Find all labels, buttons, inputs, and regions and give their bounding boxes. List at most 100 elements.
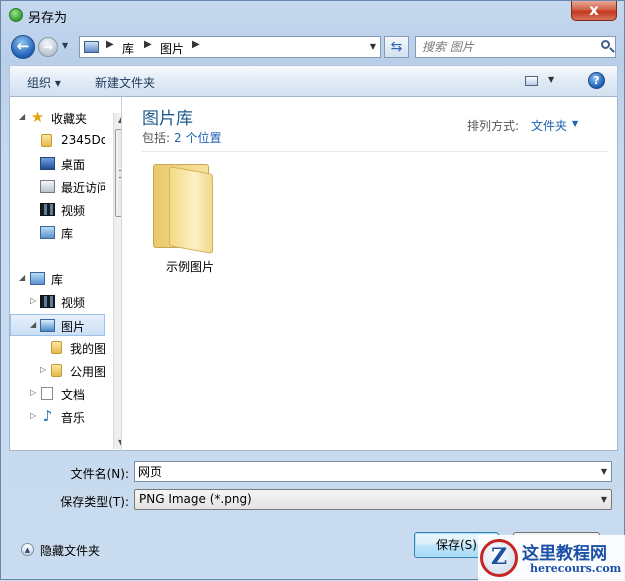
collapse-arrow-icon[interactable]: ◢ — [19, 273, 25, 282]
scrollbar-thumb[interactable] — [115, 129, 121, 217]
star-icon: ★ — [30, 108, 45, 126]
address-dropdown[interactable]: ▼ — [370, 42, 376, 51]
sidebar-item-my-pictures[interactable]: 我的图 — [10, 337, 105, 359]
folder-icon — [41, 134, 52, 147]
includes-label: 包括: — [142, 131, 171, 145]
filename-label: 文件名(N): — [70, 467, 129, 481]
recent-pages-dropdown[interactable]: ▼ — [62, 41, 68, 50]
chevron-down-icon[interactable]: ▼ — [601, 495, 607, 504]
file-list-pane[interactable]: 图片库 包括: 2 个位置 排列方式: 文件夹 ▼ 示例图片 — [122, 97, 618, 451]
sidebar-item-label: 文档 — [61, 388, 86, 402]
expand-arrow-icon[interactable]: ▷ — [40, 365, 46, 374]
video-icon — [40, 203, 55, 216]
sidebar-item-public-pictures[interactable]: ▷ 公用图 — [10, 360, 105, 382]
expand-arrow-icon[interactable]: ▷ — [30, 388, 36, 397]
arrange-by-dropdown[interactable]: 文件夹 — [531, 117, 567, 134]
back-button[interactable]: ← — [11, 35, 35, 59]
search-input[interactable] — [422, 39, 592, 55]
app-icon — [9, 8, 23, 22]
organize-menu[interactable]: 组织 ▾ — [27, 74, 61, 91]
expand-arrow-icon[interactable]: ▷ — [30, 296, 36, 305]
sidebar-item-favorite-library[interactable]: 库 — [10, 222, 105, 244]
nav-scrollbar[interactable]: ▲ ▼ — [113, 113, 121, 449]
breadcrumb-library[interactable]: 库 — [122, 40, 134, 57]
forward-button[interactable]: → — [38, 37, 58, 57]
sidebar-item-label: 收藏夹 — [51, 112, 88, 126]
watermark: Z 这里教程网 herecours.com — [478, 535, 625, 581]
breadcrumb-pictures[interactable]: 图片 — [160, 40, 184, 57]
library-icon — [84, 41, 99, 53]
sidebar-item-2345downloads[interactable]: 2345Do — [10, 130, 105, 152]
desktop-icon — [40, 157, 55, 170]
scroll-down-arrow-icon[interactable]: ▼ — [118, 438, 121, 447]
chevron-right-icon[interactable]: ▶ — [106, 39, 114, 50]
library-icon — [40, 226, 55, 239]
folder-icon — [51, 364, 62, 377]
change-view-icon[interactable] — [525, 76, 538, 86]
recent-places-icon — [40, 180, 55, 193]
title-bar: 另存为 x — [1, 1, 624, 31]
command-toolbar: 组织 ▾ 新建文件夹 ▼ ? — [9, 65, 618, 97]
library-locations-link[interactable]: 2 个位置 — [174, 131, 221, 145]
sidebar-item-documents[interactable]: ▷ 文档 — [10, 383, 105, 405]
expand-arrow-icon[interactable]: ▷ — [30, 411, 36, 420]
sidebar-item-label: 音乐 — [61, 411, 86, 425]
hide-folders-label: 隐藏文件夹 — [40, 544, 101, 558]
divider — [142, 151, 608, 152]
chevron-up-icon: ▲ — [21, 543, 34, 556]
sidebar-item-label: 视频 — [61, 296, 86, 310]
filename-combobox[interactable]: ▼ — [134, 461, 612, 482]
sidebar-item-label: 库 — [51, 273, 64, 287]
sidebar-item-favorites[interactable]: ◢ ★ 收藏夹 — [10, 107, 105, 129]
sidebar-item-favorite-videos[interactable]: 视频 — [10, 199, 105, 221]
view-options-dropdown[interactable]: ▼ — [548, 75, 554, 84]
sidebar-item-label: 桌面 — [61, 158, 86, 172]
folder-icon[interactable] — [149, 160, 239, 260]
save-as-dialog: 另存为 x ← → ▼ ▶ 库 ▶ 图片 ▶ ▼ ⇆ 组织 ▾ 新建文件夹 ▼ … — [0, 0, 625, 581]
collapse-arrow-icon[interactable]: ◢ — [19, 112, 25, 121]
search-icon[interactable] — [601, 40, 610, 49]
sidebar-item-videos[interactable]: ▷ 视频 — [10, 291, 105, 313]
sidebar-item-recent-places[interactable]: 最近访问 — [10, 176, 105, 198]
filename-input[interactable] — [138, 464, 578, 479]
chevron-right-icon[interactable]: ▶ — [192, 39, 200, 50]
sidebar-item-label: 库 — [61, 227, 74, 241]
document-icon — [41, 387, 53, 400]
folder-icon — [51, 341, 62, 354]
library-icon — [30, 272, 45, 285]
sidebar-item-music[interactable]: ▷ ♪ 音乐 — [10, 406, 105, 428]
chevron-down-icon[interactable]: ▼ — [572, 119, 578, 128]
chevron-down-icon[interactable]: ▼ — [601, 467, 607, 476]
sidebar-item-libraries[interactable]: ◢ 库 — [10, 268, 105, 290]
navigation-pane: ◢ ★ 收藏夹 2345Do 桌面 最近访问 视频 库 ◢ 库 ▷ 视频 ◢ 图… — [9, 97, 121, 451]
address-bar[interactable]: ▶ 库 ▶ 图片 ▶ ▼ — [79, 36, 381, 58]
watermark-url: herecours.com — [530, 562, 622, 575]
file-type-value: PNG Image (*.png) — [139, 492, 252, 506]
refresh-button[interactable]: ⇆ — [384, 36, 409, 58]
new-folder-button[interactable]: 新建文件夹 — [95, 74, 155, 91]
scroll-grip-icon — [119, 170, 121, 178]
sidebar-item-pictures[interactable]: ◢ 图片 — [10, 314, 105, 336]
folder-item-label[interactable]: 示例图片 — [140, 258, 240, 275]
chevron-right-icon[interactable]: ▶ — [144, 39, 152, 50]
watermark-title: 这里教程网 — [522, 544, 607, 564]
help-icon[interactable]: ? — [588, 72, 605, 89]
sidebar-item-label: 公用图 — [70, 365, 105, 379]
sidebar-item-label: 2345Do — [61, 133, 105, 147]
sidebar-item-label: 图片 — [61, 320, 86, 334]
file-type-label: 保存类型(T): — [60, 495, 129, 509]
video-icon — [40, 295, 55, 308]
window-title: 另存为 — [28, 11, 68, 26]
sidebar-item-label: 我的图 — [70, 342, 105, 356]
search-box[interactable] — [415, 36, 616, 58]
pictures-icon — [40, 319, 55, 332]
library-includes: 包括: 2 个位置 — [142, 129, 222, 146]
sidebar-item-desktop[interactable]: 桌面 — [10, 153, 105, 175]
close-button[interactable]: x — [571, 1, 617, 21]
folder-front — [169, 166, 213, 254]
scroll-up-arrow-icon[interactable]: ▲ — [118, 115, 121, 124]
collapse-arrow-icon[interactable]: ◢ — [30, 320, 36, 329]
music-icon: ♪ — [42, 407, 53, 425]
sidebar-item-label: 视频 — [61, 204, 86, 218]
file-type-select[interactable]: PNG Image (*.png) ▼ — [134, 489, 612, 510]
